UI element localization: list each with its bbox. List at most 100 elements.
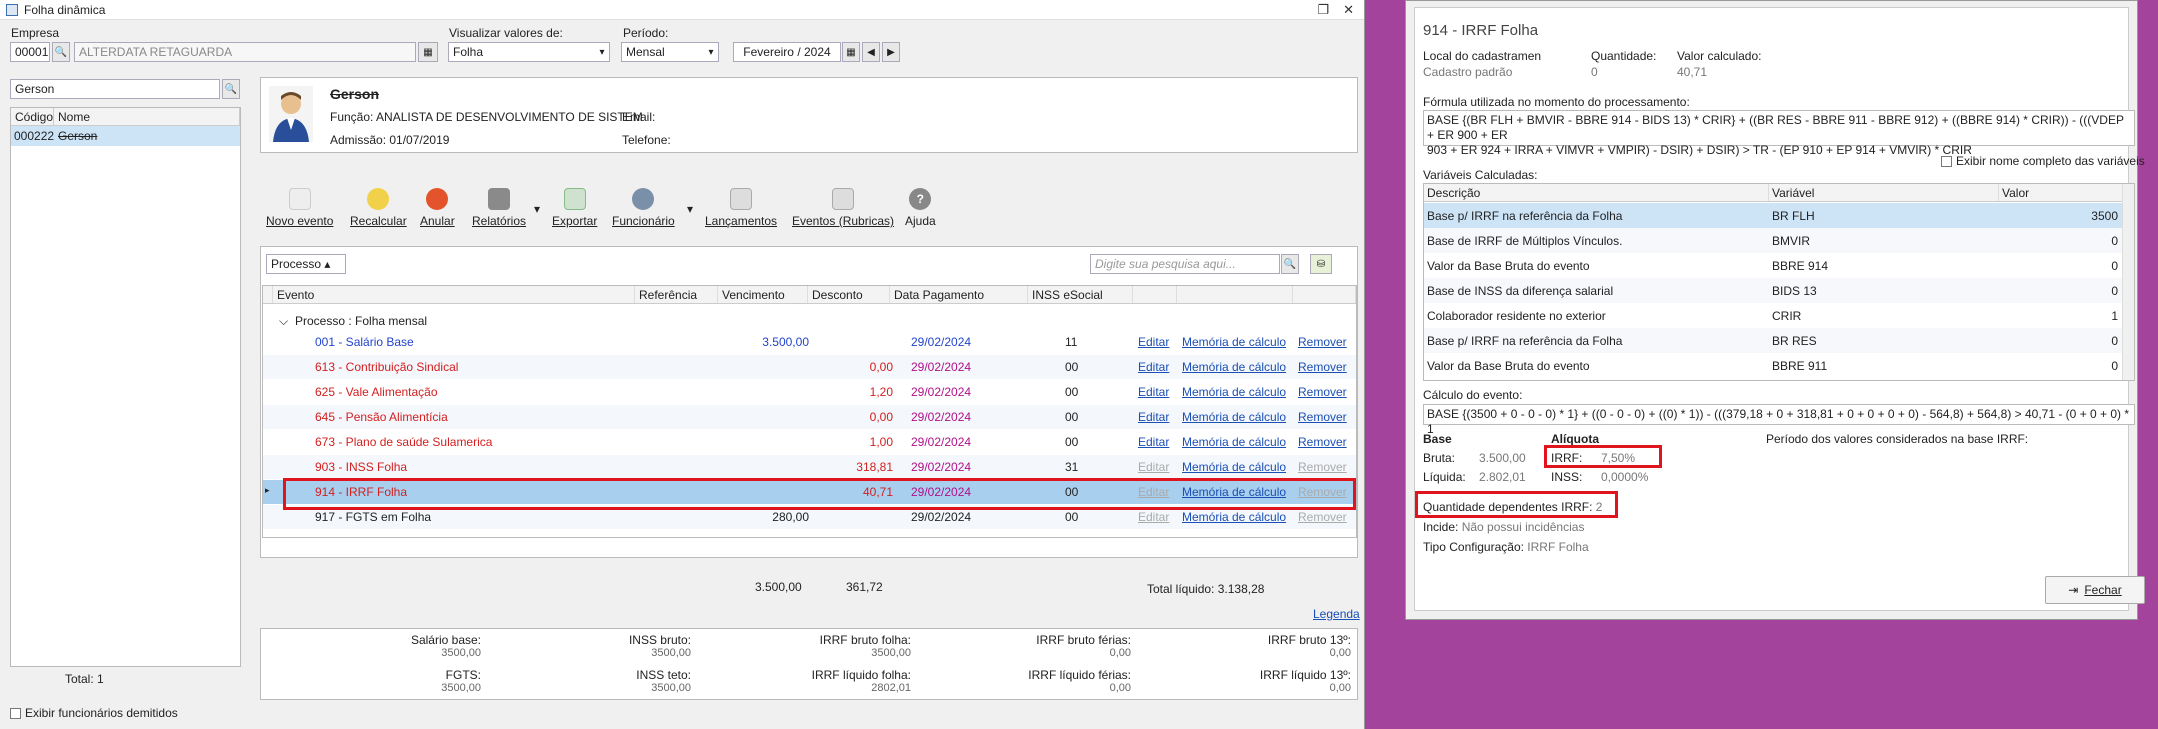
valor-calculado-label: Valor calculado:	[1677, 49, 1762, 63]
chevron-down-icon[interactable]: ▾	[703, 42, 719, 62]
variable-nome: BMVIR	[1772, 234, 1811, 248]
memoria-calculo-link[interactable]: Memória de cálculo	[1182, 460, 1286, 474]
relatorios-button[interactable]: Relatórios	[472, 188, 526, 228]
employee-title: Gerson	[330, 86, 380, 102]
formula-box: BASE {(BR FLH + BMVIR - BBRE 914 - BIDS …	[1423, 110, 2135, 157]
column-header-vencimento[interactable]: Vencimento	[718, 286, 808, 303]
column-header-evento[interactable]: Evento	[273, 286, 635, 303]
column-header-valor[interactable]: Valor	[1999, 184, 2134, 201]
remover-link[interactable]: Remover	[1298, 460, 1347, 474]
checkbox[interactable]	[10, 708, 21, 720]
editar-link[interactable]: Editar	[1138, 335, 1169, 349]
exportar-button[interactable]: Exportar	[552, 188, 597, 228]
table-row[interactable]: Base p/ IRRF na referência da Folha BR FL…	[1424, 203, 2134, 228]
editar-link[interactable]: Editar	[1138, 360, 1169, 374]
column-header-variavel[interactable]: Variável	[1769, 184, 1999, 201]
chevron-down-icon[interactable]: ▾	[687, 202, 693, 216]
list-item[interactable]: 000222 Gerson	[11, 126, 240, 146]
group-row[interactable]: ⌵ Processo : Folha mensal	[263, 312, 1356, 330]
table-row[interactable]: Base de INSS da diferença salarial BIDS 1…	[1424, 278, 2134, 303]
restore-icon[interactable]: ❐	[1317, 2, 1329, 18]
remover-link[interactable]: Remover	[1298, 510, 1347, 524]
table-row[interactable]: 625 - Vale Alimentação 1,20 29/02/2024 00 Ed…	[263, 380, 1356, 404]
chevron-down-icon[interactable]: ⌵	[279, 314, 288, 329]
column-header-nome[interactable]: Nome	[54, 108, 240, 125]
remover-link[interactable]: Remover	[1298, 335, 1347, 349]
table-row[interactable]: Base de IRRF de Múltiplos Vínculos. BMVIR…	[1424, 228, 2134, 253]
table-row[interactable]: 645 - Pensão Alimentícia 0,00 29/02/2024 00…	[263, 405, 1356, 429]
variable-nome: CRIR	[1772, 309, 1802, 323]
eventos-button[interactable]: Eventos (Rubricas)	[792, 188, 894, 228]
show-full-names-label: Exibir nome completo das variáveis	[1956, 154, 2145, 168]
memoria-calculo-link[interactable]: Memória de cálculo	[1182, 335, 1286, 349]
filter-icon[interactable]: ⛁	[1310, 254, 1332, 274]
remover-link[interactable]: Remover	[1298, 410, 1347, 424]
employee-search-input[interactable]: Gerson	[10, 79, 220, 99]
anular-button[interactable]: Anular	[420, 188, 455, 228]
funcionario-button[interactable]: Funcionário	[612, 188, 675, 228]
calendar-icon[interactable]: ▦	[842, 42, 860, 62]
remover-link[interactable]: Remover	[1298, 360, 1347, 374]
memoria-calculo-link[interactable]: Memória de cálculo	[1182, 360, 1286, 374]
checkbox[interactable]	[1941, 156, 1952, 168]
employee-card: Gerson Função: ANALISTA DE DESENVOLVIMEN…	[260, 77, 1358, 153]
group-label: Processo : Folha mensal	[295, 314, 428, 328]
editar-link[interactable]: Editar	[1138, 460, 1169, 474]
search-icon[interactable]: 🔍	[1281, 254, 1299, 274]
chevron-down-icon[interactable]: ▾	[534, 202, 540, 216]
table-row[interactable]: 903 - INSS Folha 318,81 29/02/2024 31 Editar…	[263, 455, 1356, 479]
chevron-down-icon[interactable]: ▾	[594, 42, 610, 62]
help-icon: ?	[909, 188, 932, 210]
editar-link[interactable]: Editar	[1138, 510, 1169, 524]
lancamentos-button[interactable]: Lançamentos	[705, 188, 777, 228]
arrow-right-icon[interactable]: ▶	[882, 42, 900, 62]
close-icon[interactable]: ✕	[1343, 2, 1354, 18]
arrow-left-icon[interactable]: ◀	[862, 42, 880, 62]
periodo-date-field[interactable]: Fevereiro / 2024	[733, 42, 841, 62]
search-icon[interactable]: 🔍	[222, 79, 240, 99]
total-vencimento: 3.500,00	[755, 580, 802, 594]
column-header-inss-esocial[interactable]: INSS eSocial	[1028, 286, 1133, 303]
remover-link[interactable]: Remover	[1298, 435, 1347, 449]
legenda-link[interactable]: Legenda	[1313, 607, 1360, 621]
column-header-data-pagamento[interactable]: Data Pagamento	[890, 286, 1028, 303]
exportar-label: Exportar	[552, 214, 598, 228]
scrollbar[interactable]	[2122, 184, 2134, 380]
editar-link[interactable]: Editar	[1138, 385, 1169, 399]
column-header-referencia[interactable]: Referência	[635, 286, 718, 303]
calendar-grid-icon[interactable]: ▦	[418, 42, 438, 62]
table-row[interactable]: 673 - Plano de saúde Sulamerica 1,00 29/02…	[263, 430, 1356, 454]
editar-link[interactable]: Editar	[1138, 410, 1169, 424]
column-header-descricao[interactable]: Descrição	[1424, 184, 1769, 201]
column-header-desconto[interactable]: Desconto	[808, 286, 890, 303]
memoria-calculo-link[interactable]: Memória de cálculo	[1182, 435, 1286, 449]
memoria-calculo-link[interactable]: Memória de cálculo	[1182, 510, 1286, 524]
memoria-calculo-link[interactable]: Memória de cálculo	[1182, 410, 1286, 424]
table-row[interactable]: Valor da Base Bruta do evento BBRE 911 0	[1424, 353, 2134, 378]
table-row[interactable]: Colaborador residente no exterior CRIR 1	[1424, 303, 2134, 328]
column-header-codigo[interactable]: Código	[11, 108, 54, 125]
formula-line-1: BASE {(BR FLH + BMVIR - BBRE 914 - BIDS …	[1427, 113, 2124, 142]
novo-evento-button[interactable]: Novo evento	[266, 188, 333, 228]
recalcular-button[interactable]: Recalcular	[350, 188, 407, 228]
show-full-names-checkbox[interactable]: Exibir nome completo das variáveis	[1941, 154, 2145, 168]
eventos-label: Eventos (Rubricas)	[792, 214, 895, 228]
memoria-calculo-link[interactable]: Memória de cálculo	[1182, 385, 1286, 399]
visualizar-select[interactable]: Folha	[448, 42, 610, 62]
table-row[interactable]: 613 - Contribuição Sindical 0,00 29/02/202…	[263, 355, 1356, 379]
table-row[interactable]: Valor da Base Bruta do evento BBRE 914 0	[1424, 253, 2134, 278]
editar-link[interactable]: Editar	[1138, 435, 1169, 449]
show-dismissed-checkbox[interactable]: Exibir funcionários demitidos	[10, 706, 178, 720]
processo-dropdown[interactable]: Processo ▴	[266, 254, 346, 274]
summary-salario-base: Salário base: 3500,00	[271, 633, 481, 659]
table-row[interactable]: Base p/ IRRF na referência da Folha BR RE…	[1424, 328, 2134, 353]
grid-search-input[interactable]: Digite sua pesquisa aqui...	[1090, 254, 1280, 274]
table-row[interactable]: 001 - Salário Base 3.500,00 29/02/2024 11 Ed…	[263, 330, 1356, 354]
remover-link[interactable]: Remover	[1298, 385, 1347, 399]
ajuda-button[interactable]: ? Ajuda	[905, 188, 936, 228]
event-data-pagamento: 29/02/2024	[911, 435, 972, 449]
variable-valor: 0	[2111, 259, 2118, 273]
empresa-code-field[interactable]: 00001	[10, 42, 50, 62]
empresa-search-icon[interactable]: 🔍	[52, 42, 70, 62]
fechar-button[interactable]: ⇥ Fechar	[2045, 576, 2145, 604]
